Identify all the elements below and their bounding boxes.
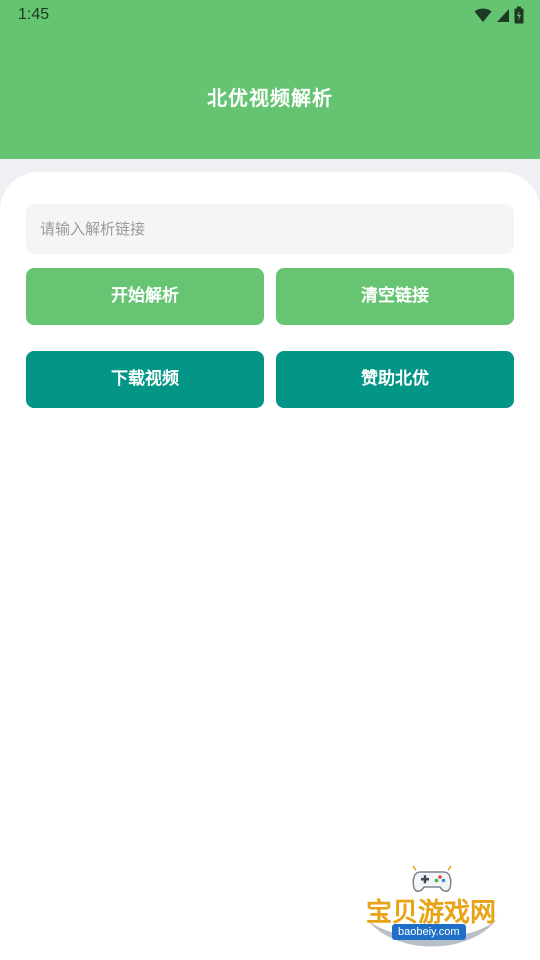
main-card: 开始解析 清空链接 下载视频 赞助北优 [0,172,540,960]
url-input[interactable] [26,204,514,254]
clear-link-button[interactable]: 清空链接 [276,268,514,325]
status-icons [474,6,524,24]
battery-icon [514,6,524,24]
app-header: 1:45 北优视频解析 [0,0,540,159]
wifi-icon [474,8,492,22]
signal-icon [497,9,509,22]
sponsor-button[interactable]: 赞助北优 [276,351,514,408]
watermark-url: baobeiy.com [392,924,466,940]
gamepad-icon [412,866,452,892]
download-video-button[interactable]: 下载视频 [26,351,264,408]
status-bar: 1:45 [0,0,540,32]
page-title: 北优视频解析 [207,86,333,110]
watermark-logo: 宝贝游戏网 baobeiy.com [360,862,510,960]
status-time: 1:45 [18,6,50,23]
start-parse-button[interactable]: 开始解析 [26,268,264,325]
